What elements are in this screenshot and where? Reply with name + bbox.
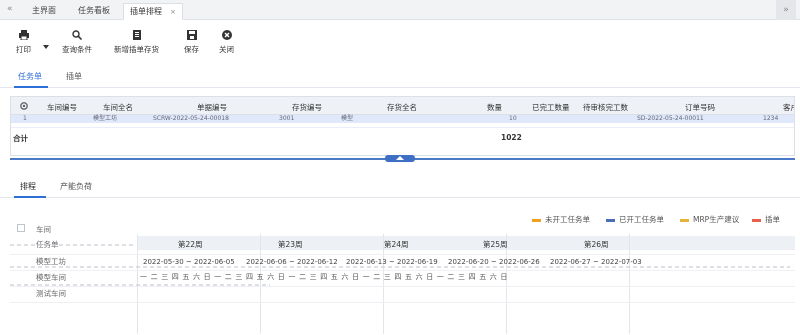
week-date-range: 2022-06-13 ~ 2022-06-19 <box>346 258 438 266</box>
save-label: 保存 <box>184 45 199 54</box>
toolbar: 打印 查询条件 新增插单存货 保存 关闭 <box>0 30 800 64</box>
table-total-row: 合计 1022 <box>11 127 794 145</box>
cell-stock-code: 3001 <box>279 115 295 122</box>
week-label: 第23周 <box>278 240 303 249</box>
tab-insert-schedule-label: 插单排程 <box>130 7 162 16</box>
total-quantity: 1022 <box>501 133 522 142</box>
table-row[interactable]: 1 模型工坊 SCRW-2022-05-24-00018 3001 模型 10 … <box>11 115 794 123</box>
week-header <box>137 236 795 250</box>
week-label: 第25周 <box>483 240 508 249</box>
row-divider <box>10 286 795 287</box>
col-pending-qty[interactable]: 待审核完工数 <box>583 102 628 113</box>
upper-tabs: 任务单 插单 <box>0 66 800 88</box>
close-label: 关闭 <box>219 45 234 54</box>
week-date-range: 2022-05-30 ~ 2022-06-05 <box>143 258 235 266</box>
document-add-icon <box>132 30 141 40</box>
tab-capacity[interactable]: 产能负荷 <box>60 181 92 192</box>
tab-insert-order[interactable]: 插单 <box>66 71 82 82</box>
week-date-range: 2022-06-20 ~ 2022-06-26 <box>448 258 540 266</box>
week-label: 第24周 <box>384 240 409 249</box>
gantt-header-label: 车间 <box>36 225 51 234</box>
cell-workshop-name: 模型工坊 <box>93 115 118 122</box>
render-artifact <box>10 266 790 268</box>
tab-schedule[interactable]: 排程 <box>20 181 36 192</box>
task-table: 车间编号 车间全名 单据编号 存货编号 存货全名 数量 已完工数量 待审核完工数… <box>10 96 795 156</box>
total-label: 合计 <box>13 134 28 143</box>
schedule-gantt: 车间 第22周 第23周 第24周 第25周 第26周 任务单 模型工坊 模型车… <box>10 220 795 335</box>
tab-insert-schedule[interactable]: 插单排程 × <box>123 3 183 20</box>
close-circle-icon <box>221 30 232 40</box>
add-insert-label: 新增插单存货 <box>114 45 159 54</box>
col-stock-code[interactable]: 存货编号 <box>292 102 322 113</box>
chevron-left-icon[interactable]: « <box>7 4 13 14</box>
tab-bar: « 主界面 任务看板 插单排程 × » <box>0 0 800 20</box>
col-quantity[interactable]: 数量 <box>487 102 502 113</box>
weekday-row: 一二三四五六日一二三四五六日一二三四五六日一二三四五六日一二三四五六日 <box>140 273 511 281</box>
collapse-handle-icon[interactable] <box>385 155 415 162</box>
query-button[interactable]: 查询条件 <box>62 30 92 55</box>
week-label: 第26周 <box>584 240 609 249</box>
cell-doc-number: SCRW-2022-05-24-00018 <box>153 115 229 122</box>
active-lower-tab-indicator <box>14 196 46 198</box>
tab-task-order[interactable]: 任务单 <box>18 71 42 82</box>
cell-quantity: 10 <box>509 115 517 122</box>
week-date-range: 2022-06-06 ~ 2022-06-12 <box>246 258 338 266</box>
col-workshop-name[interactable]: 车间全名 <box>103 102 133 113</box>
save-button[interactable]: 保存 <box>184 30 199 55</box>
select-all-checkbox[interactable] <box>17 224 25 232</box>
col-stock-name[interactable]: 存货全名 <box>387 102 417 113</box>
render-artifact <box>10 244 135 246</box>
row-label: 测试车间 <box>36 289 66 298</box>
row-divider <box>10 270 795 271</box>
cell-customer: 1234 <box>763 115 779 122</box>
column-divider <box>629 234 630 334</box>
col-doc-number[interactable]: 单据编号 <box>197 102 227 113</box>
table-header: 车间编号 车间全名 单据编号 存货编号 存货全名 数量 已完工数量 待审核完工数… <box>11 97 794 115</box>
week-label: 第22周 <box>178 240 203 249</box>
tab-task-board[interactable]: 任务看板 <box>78 3 110 20</box>
search-icon <box>72 30 82 40</box>
lower-tabs: 排程 产能负荷 <box>0 176 800 198</box>
render-artifact <box>10 284 270 286</box>
cell-stock-name: 模型 <box>341 115 354 122</box>
row-divider <box>10 302 795 303</box>
gear-icon[interactable] <box>19 101 29 111</box>
col-customer[interactable]: 客户 <box>783 102 794 113</box>
print-label: 打印 <box>16 45 31 54</box>
print-button[interactable]: 打印 <box>16 30 31 55</box>
save-icon <box>186 30 197 40</box>
active-tab-indicator <box>14 86 48 88</box>
close-button[interactable]: 关闭 <box>219 30 234 55</box>
row-divider <box>10 254 795 255</box>
cell-order-number: SD-2022-05-24-00011 <box>637 115 704 122</box>
printer-icon <box>18 30 29 40</box>
chevron-right-icon[interactable]: » <box>776 0 796 20</box>
query-label: 查询条件 <box>62 45 92 54</box>
print-dropdown-icon[interactable] <box>43 45 49 49</box>
row-index: 1 <box>23 115 27 122</box>
row-label: 模型车间 <box>36 273 66 282</box>
tab-home[interactable]: 主界面 <box>32 3 56 20</box>
add-insert-button[interactable]: 新增插单存货 <box>114 30 159 55</box>
week-date-range: 2022-06-27 ~ 2022-07-03 <box>550 258 642 266</box>
col-workshop-code[interactable]: 车间编号 <box>47 102 77 113</box>
close-icon[interactable]: × <box>170 8 176 16</box>
col-order-number[interactable]: 订单号码 <box>685 102 715 113</box>
col-finished-qty[interactable]: 已完工数量 <box>532 102 570 113</box>
